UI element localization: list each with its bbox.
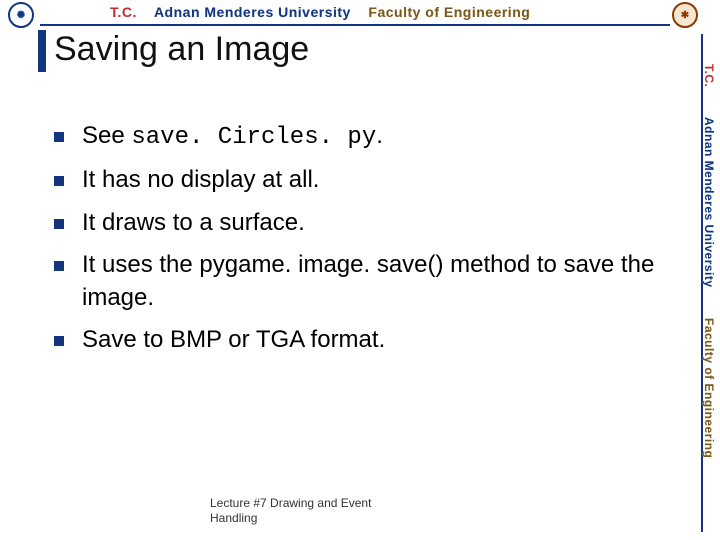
footer-line2: Handling <box>210 511 371 526</box>
list-item: Save to BMP or TGA format. <box>54 324 660 356</box>
bullet-text-prefix: See <box>82 122 131 149</box>
square-bullet-icon <box>54 219 64 229</box>
square-bullet-icon <box>54 176 64 186</box>
vbanner-university: Adnan Menderes University <box>702 117 716 288</box>
page-title: Saving an Image <box>54 30 309 69</box>
list-item: It has no display at all. <box>54 164 660 196</box>
right-banner: T.C. Adnan Menderes University Faculty o… <box>698 34 720 540</box>
banner-text: T.C. Adnan Menderes University Faculty o… <box>110 4 530 20</box>
faculty-logo-right-icon: ✱ <box>672 2 698 28</box>
bullet-text: Save to BMP or TGA format. <box>82 326 385 353</box>
banner-rule <box>40 24 670 26</box>
list-item: It draws to a surface. <box>54 207 660 239</box>
square-bullet-icon <box>54 261 64 271</box>
banner-tc: T.C. <box>110 4 137 20</box>
footer-line1: Lecture #7 Drawing and Event <box>210 496 371 511</box>
list-item: It uses the pygame. image. save() method… <box>54 249 660 314</box>
footer: Lecture #7 Drawing and Event Handling <box>210 496 371 526</box>
title-accent-bar <box>38 30 46 72</box>
slide: ✺ T.C. Adnan Menderes University Faculty… <box>0 0 720 540</box>
top-banner: ✺ T.C. Adnan Menderes University Faculty… <box>0 0 720 32</box>
bullet-code: save. Circles. py <box>131 124 376 151</box>
bullet-text: It draws to a surface. <box>82 209 305 236</box>
bullet-text-suffix: . <box>376 122 383 149</box>
banner-faculty: Faculty of Engineering <box>368 4 530 20</box>
vbanner-faculty: Faculty of Engineering <box>702 318 716 458</box>
vbanner-tc: T.C. <box>702 64 716 87</box>
banner-university: Adnan Menderes University <box>154 4 351 20</box>
university-logo-left-icon: ✺ <box>8 2 34 28</box>
list-item: See save. Circles. py. <box>54 120 660 154</box>
bullet-text: It has no display at all. <box>82 166 319 193</box>
square-bullet-icon <box>54 336 64 346</box>
bullet-text: It uses the pygame. image. save() method… <box>82 251 654 310</box>
square-bullet-icon <box>54 132 64 142</box>
body: See save. Circles. py. It has no display… <box>54 120 660 366</box>
